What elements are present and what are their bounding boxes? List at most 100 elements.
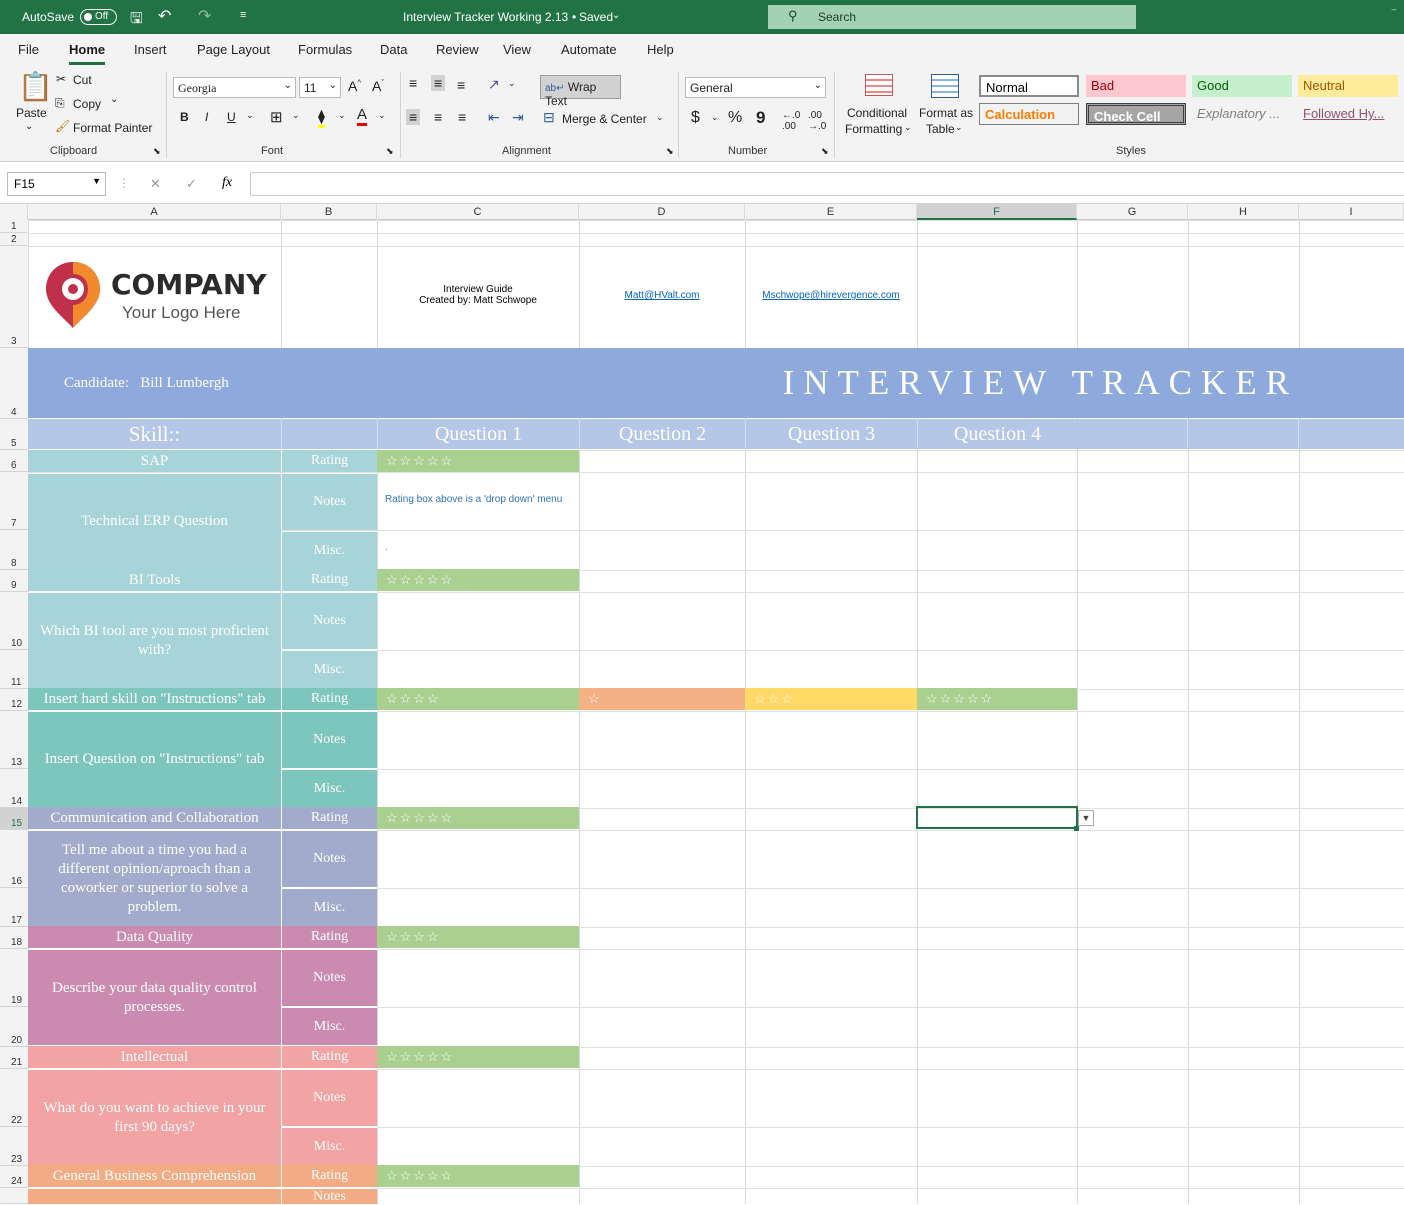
tab-insert[interactable]: Insert <box>134 42 167 57</box>
rating-cell[interactable]: ☆☆☆☆ <box>377 688 579 710</box>
format-painter-button[interactable]: Format Painter <box>73 121 152 135</box>
style-followed-hyperlink[interactable]: Followed Hy... <box>1298 103 1398 125</box>
skill-name[interactable]: Communication and Collaboration <box>28 807 281 829</box>
chevron-down-icon[interactable]: ⌄ <box>904 122 912 133</box>
decrease-decimal-icon[interactable]: .00 →.0 <box>808 110 826 132</box>
tab-page-layout[interactable]: Page Layout <box>197 42 270 57</box>
row-header-6[interactable]: 6 <box>0 450 28 472</box>
bold-button[interactable]: B <box>180 110 189 124</box>
skill-name[interactable]: Intellectual <box>28 1046 281 1068</box>
align-bottom-icon[interactable]: ≡ <box>457 77 465 93</box>
align-right-icon[interactable]: ≡ <box>458 109 466 125</box>
column-header-f[interactable]: F <box>917 204 1077 220</box>
skill-name[interactable]: General Business Comprehension <box>28 1165 281 1187</box>
rating-cell[interactable]: ☆☆☆☆☆ <box>377 569 579 591</box>
chevron-down-icon[interactable]: ⌄ <box>656 112 664 123</box>
align-left-icon[interactable]: ≡ <box>406 109 421 125</box>
format-as-table-button[interactable]: Format as <box>919 106 973 120</box>
italic-button[interactable]: I <box>205 110 208 124</box>
underline-button[interactable]: U <box>227 110 236 124</box>
row-header-12[interactable]: 12 <box>0 689 28 711</box>
rating-cell[interactable]: ☆☆☆☆☆ <box>377 807 579 829</box>
rating-cell[interactable]: ☆☆☆ <box>745 688 917 710</box>
chevron-down-icon[interactable]: ⌄ <box>246 110 254 121</box>
skill-question[interactable]: Which BI tool are you most proficient wi… <box>28 592 281 688</box>
enter-icon[interactable]: ✓ <box>186 176 197 192</box>
dialog-launcher-icon[interactable]: ⬊ <box>386 146 394 157</box>
formula-input[interactable] <box>250 172 1404 196</box>
font-name-select[interactable]: Georgia ⌄ <box>173 77 296 98</box>
dialog-launcher-icon[interactable]: ⬊ <box>666 146 674 157</box>
row-header-21[interactable]: 21 <box>0 1047 28 1069</box>
row-header-23[interactable]: 23 <box>0 1127 28 1166</box>
skill-question[interactable]: Technical ERP Question <box>28 473 281 569</box>
rating-cell[interactable]: ☆☆☆☆☆ <box>377 1046 579 1068</box>
tab-help[interactable]: Help <box>647 42 674 57</box>
percent-button[interactable]: % <box>728 109 742 127</box>
row-header-15[interactable]: 15 <box>0 808 28 830</box>
skill-name[interactable]: Insert hard skill on "Instructions" tab <box>28 688 281 710</box>
style-good[interactable]: Good <box>1192 75 1292 97</box>
row-header-14[interactable]: 14 <box>0 769 28 808</box>
row-header-19[interactable]: 19 <box>0 949 28 1007</box>
row-header-more[interactable] <box>0 1188 28 1204</box>
fill-handle[interactable] <box>1074 826 1079 831</box>
column-header-a[interactable]: A <box>28 204 281 220</box>
row-header-7[interactable]: 7 <box>0 472 28 530</box>
chevron-down-icon[interactable]: ⌄ <box>110 94 118 105</box>
select-all-corner[interactable] <box>0 204 28 220</box>
conditional-formatting-icon[interactable] <box>865 74 893 96</box>
column-header-h[interactable]: H <box>1188 204 1299 220</box>
cut-icon[interactable]: ✂ <box>56 72 66 86</box>
row-header-22[interactable]: 22 <box>0 1069 28 1127</box>
skill-name[interactable]: BI Tools <box>28 569 281 591</box>
align-middle-icon[interactable]: ≡ <box>431 75 446 91</box>
orientation-icon[interactable]: ↗ <box>488 76 500 93</box>
copy-icon[interactable]: ⎘ <box>55 96 65 111</box>
font-color-icon[interactable]: A <box>357 106 368 126</box>
dialog-launcher-icon[interactable]: ⬊ <box>153 146 161 157</box>
decrease-indent-icon[interactable]: ⇤ <box>488 109 500 126</box>
column-header-c[interactable]: C <box>377 204 579 220</box>
tab-view[interactable]: View <box>503 42 531 57</box>
number-format-select[interactable]: General ⌄ <box>685 77 826 98</box>
conditional-formatting-button[interactable]: Conditional <box>847 106 907 120</box>
wrap-text-button[interactable]: ab↵ Wrap Text <box>540 75 621 108</box>
row-header-1[interactable]: 1 <box>0 220 28 233</box>
chevron-down-icon[interactable]: ⌄ <box>25 121 33 132</box>
rating-cell[interactable]: ☆☆☆☆☆ <box>377 1165 579 1187</box>
saved-status[interactable]: Saved <box>579 10 613 24</box>
tab-automate[interactable]: Automate <box>561 42 617 57</box>
tab-formulas[interactable]: Formulas <box>298 42 352 57</box>
row-header-4[interactable]: 4 <box>0 348 28 419</box>
name-box[interactable]: F15 ▼ <box>7 172 106 196</box>
cut-button[interactable]: Cut <box>73 73 92 87</box>
email-link-2[interactable]: Mschwope@hirevergence.com <box>745 290 917 301</box>
column-header-g[interactable]: G <box>1077 204 1188 220</box>
skill-name[interactable]: SAP <box>28 450 281 472</box>
style-explanatory[interactable]: Explanatory ... <box>1192 103 1292 125</box>
paste-icon[interactable]: 📋 <box>18 70 53 103</box>
style-check-cell[interactable]: Check Cell <box>1086 103 1186 125</box>
row-header-13[interactable]: 13 <box>0 711 28 769</box>
skill-question[interactable]: Insert Question on "Instructions" tab <box>28 711 281 807</box>
document-title[interactable]: Interview Tracker Working 2.13 <box>403 10 568 24</box>
increase-indent-icon[interactable]: ⇥ <box>512 109 524 126</box>
row-header-20[interactable]: 20 <box>0 1007 28 1047</box>
dropdown-arrow-icon[interactable]: ▼ <box>1078 810 1094 826</box>
row-header-24[interactable]: 24 <box>0 1166 28 1188</box>
chevron-down-icon[interactable]: ⌄ <box>955 122 963 133</box>
tab-review[interactable]: Review <box>436 42 479 57</box>
column-header-b[interactable]: B <box>281 204 377 220</box>
style-bad[interactable]: Bad <box>1086 75 1186 97</box>
fill-color-icon[interactable]: ⧫ <box>318 108 325 128</box>
customize-qat-icon[interactable]: ≡ <box>240 9 246 21</box>
column-header-e[interactable]: E <box>745 204 917 220</box>
chevron-down-icon[interactable]: ⌄ <box>508 78 516 89</box>
chevron-down-icon[interactable]: ⌄ <box>292 110 300 121</box>
align-top-icon[interactable]: ≡ <box>409 75 417 91</box>
format-as-table-icon[interactable] <box>931 74 959 98</box>
currency-button[interactable]: $ <box>691 109 700 127</box>
row-header-8[interactable]: 8 <box>0 530 28 570</box>
save-icon[interactable]: 🖫 <box>130 8 143 33</box>
